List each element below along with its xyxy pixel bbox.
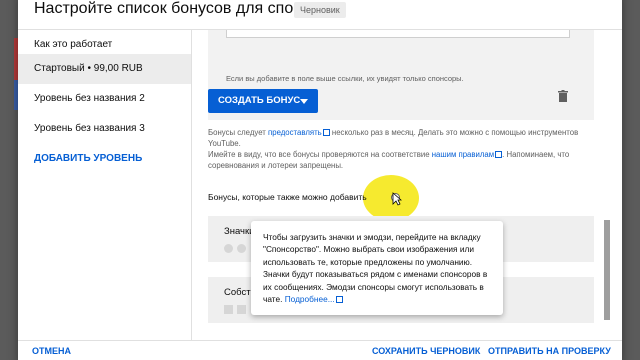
sidebar-item-label: Уровень без названия 3 <box>34 123 145 134</box>
info-text-2a: Имейте в виду, что все бонусы проверяютс… <box>208 150 432 159</box>
create-perk-button[interactable]: СОЗДАТЬ БОНУС <box>208 89 318 113</box>
sidebar-item-label: Уровень без названия 2 <box>34 93 145 104</box>
badge-placeholder <box>224 244 233 253</box>
link-hint: Если вы добавите в поле выше ссылки, их … <box>226 74 464 83</box>
rules-link[interactable]: нашим правилам <box>432 150 494 159</box>
perks-info-text: Бонусы следует предоставлять несколько р… <box>208 127 598 171</box>
save-draft-button[interactable]: СОХРАНИТЬ ЧЕРНОВИК <box>372 346 480 356</box>
trash-icon[interactable] <box>558 90 568 102</box>
perk-description-field[interactable] <box>226 30 570 38</box>
learn-more-link[interactable]: Подробнее... <box>285 294 335 304</box>
create-perk-label: СОЗДАТЬ БОНУС <box>218 95 301 106</box>
dialog-footer: ОТМЕНА СОХРАНИТЬ ЧЕРНОВИК ОТПРАВИТЬ НА П… <box>18 340 622 360</box>
sidebar-item-starter-level[interactable]: Стартовый • 99,00 RUB <box>18 54 191 84</box>
scrollbar-thumb[interactable] <box>604 220 610 320</box>
sidebar-item-label: Стартовый • 99,00 RUB <box>34 63 143 74</box>
perks-help-tooltip: Чтобы загрузить значки и эмодзи, перейди… <box>251 221 503 315</box>
info-text-1a: Бонусы следует <box>208 128 269 137</box>
dialog-header: Настройте список бонусов для спонсоров Ч… <box>18 0 622 30</box>
mouse-pointer-icon <box>392 192 402 206</box>
submit-button[interactable]: ОТПРАВИТЬ НА ПРОВЕРКУ <box>488 346 611 356</box>
cancel-button[interactable]: ОТМЕНА <box>32 346 71 356</box>
levels-sidebar: Как это работает Стартовый • 99,00 RUB У… <box>18 30 192 340</box>
perks-dialog: Настройте список бонусов для спонсоров Ч… <box>18 0 622 360</box>
provide-link[interactable]: предоставлять <box>268 128 322 137</box>
status-badge: Черновик <box>294 2 346 18</box>
external-link-icon <box>335 296 343 304</box>
scrollbar[interactable] <box>604 30 610 340</box>
sidebar-item-level-2[interactable]: Уровень без названия 2 <box>18 84 191 114</box>
external-link-icon <box>322 129 330 136</box>
emoji-placeholder <box>237 305 246 314</box>
emoji-placeholder <box>224 305 233 314</box>
sidebar-item-label: Как это работает <box>34 39 113 50</box>
perks-section-label: Бонусы, которые также можно добавить <box>208 192 367 202</box>
badge-placeholder <box>237 244 246 253</box>
dropdown-caret-icon <box>300 99 308 104</box>
perk-card-title: Значки <box>224 226 255 237</box>
add-level-button[interactable]: ДОБАВИТЬ УРОВЕНЬ <box>18 144 191 174</box>
sidebar-item-level-3[interactable]: Уровень без названия 3 <box>18 114 191 144</box>
